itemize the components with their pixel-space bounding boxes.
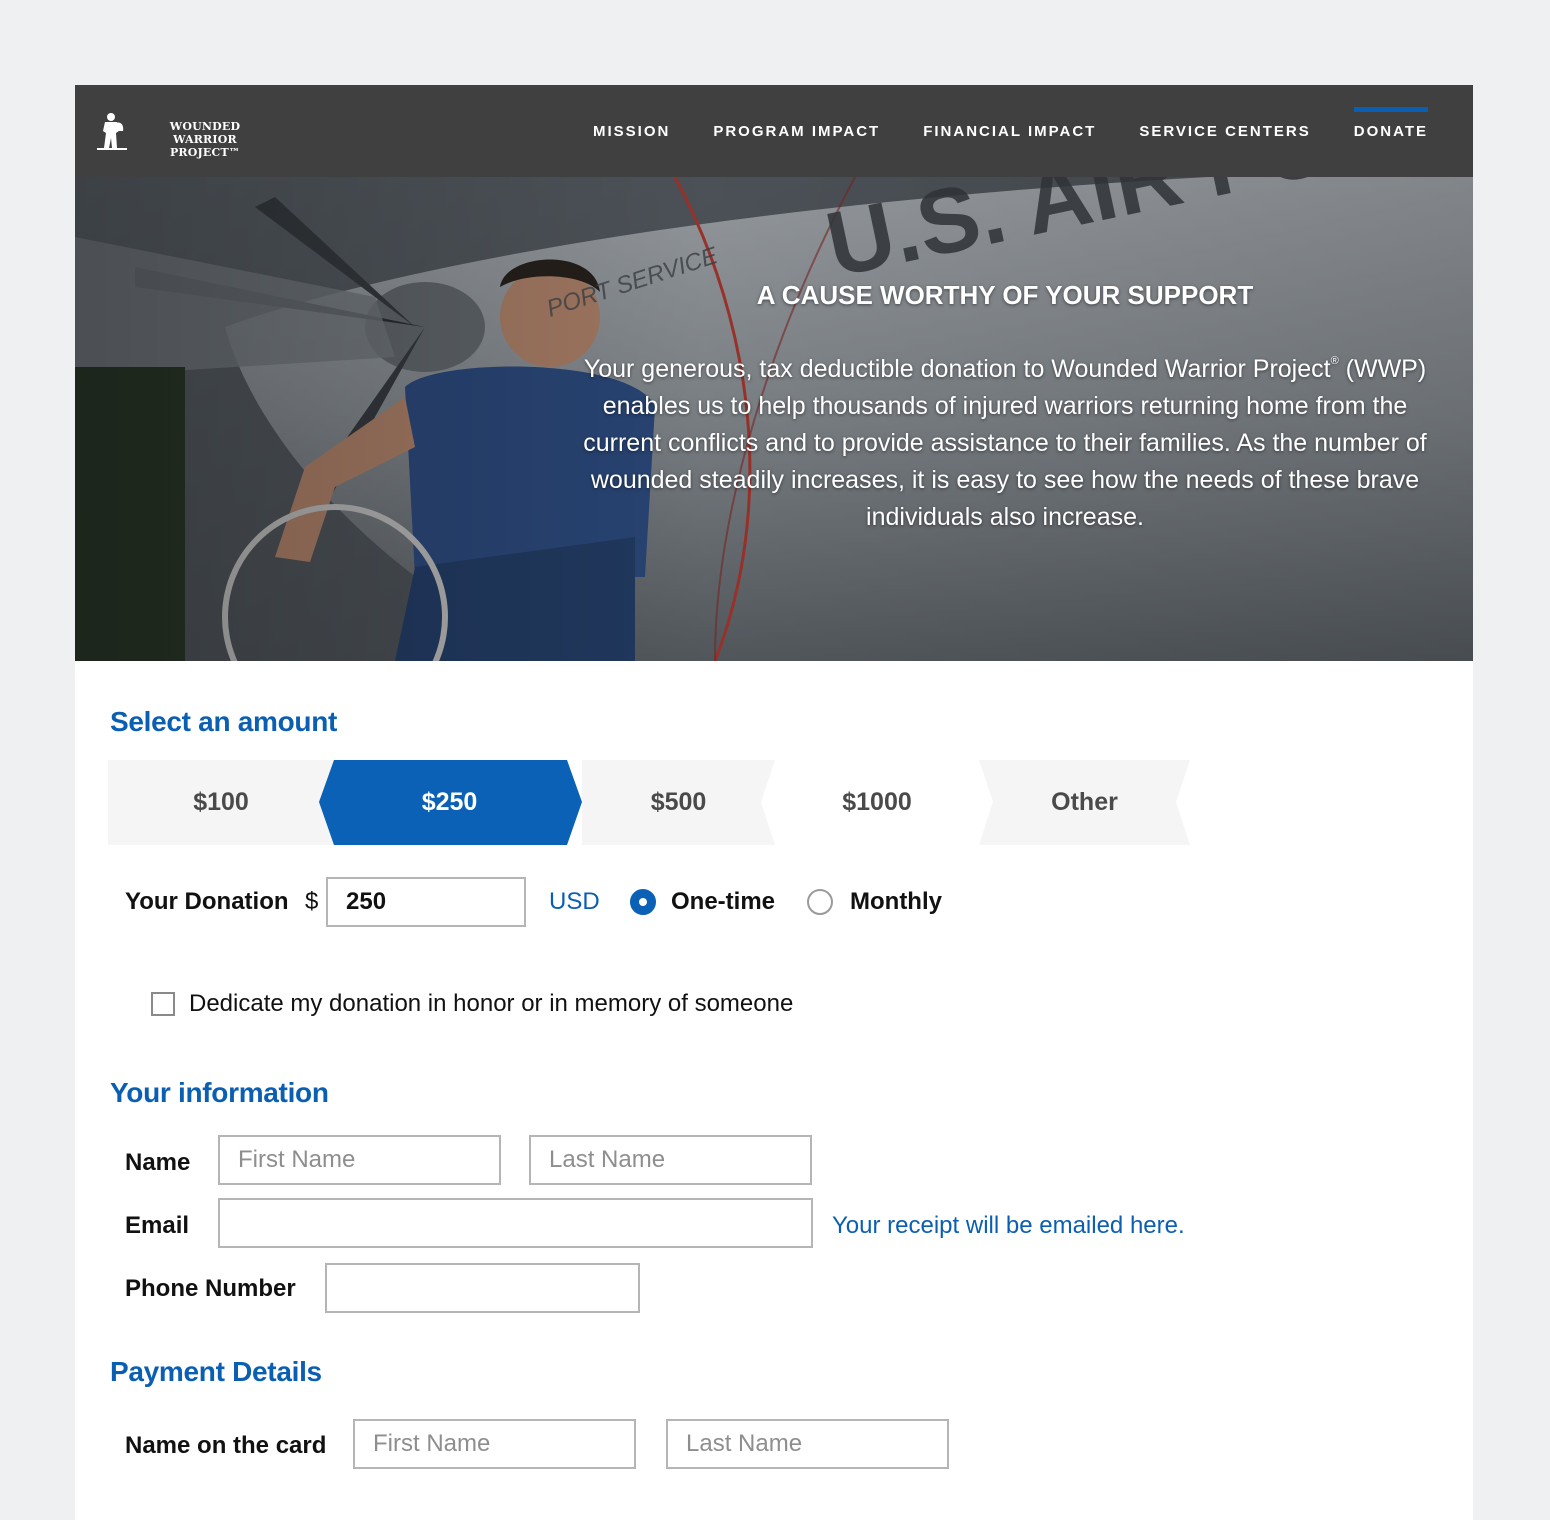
dedicate-checkbox[interactable] [151, 992, 175, 1016]
hero-title: A CAUSE WORTHY OF YOUR SUPPORT [756, 280, 1254, 310]
one-time-label[interactable]: One-time [671, 888, 775, 916]
card-name-label: Name on the card [125, 1432, 327, 1459]
payment-details-heading: Payment Details [110, 1356, 322, 1387]
nav-program-impact[interactable]: PROGRAM IMPACT [713, 85, 880, 177]
currency-label: USD [549, 888, 600, 915]
email-note: Your receipt will be emailed here. [832, 1212, 1185, 1239]
your-information-heading: Your information [110, 1077, 329, 1108]
amount-option-other[interactable]: Other [979, 760, 1190, 845]
phone-label: Phone Number [125, 1275, 296, 1302]
hero-body: Your generous, tax deductible donation t… [583, 355, 1427, 531]
hero-banner: U.S. AIR FORC PORT SERVICE A CAUSE WORTH… [75, 177, 1473, 661]
nav-mission[interactable]: MISSION [593, 85, 670, 177]
your-donation-label: Your Donation [125, 888, 289, 915]
amount-option-250[interactable]: $250 [334, 760, 565, 845]
phone-input[interactable] [325, 1263, 640, 1313]
monthly-label[interactable]: Monthly [850, 888, 942, 916]
amount-option-100[interactable]: $100 [108, 760, 334, 845]
dedicate-label[interactable]: Dedicate my donation in honor or in memo… [189, 990, 793, 1018]
name-label: Name [125, 1149, 191, 1176]
select-amount-heading: Select an amount [110, 706, 338, 737]
wwp-logo[interactable]: WOUNDED WARRIOR PROJECT™ [97, 111, 272, 159]
nav-donate[interactable]: DONATE [1353, 85, 1429, 177]
donation-page: WOUNDED WARRIOR PROJECT™ MISSION PROGRAM… [75, 85, 1473, 1520]
first-name-input[interactable]: First Name [218, 1135, 501, 1185]
card-last-name-input[interactable]: Last Name [666, 1419, 949, 1469]
amount-options: $100 $250 $500 $1000 Other [108, 760, 1198, 845]
amount-option-500[interactable]: $500 [582, 760, 775, 845]
email-input[interactable] [218, 1198, 813, 1248]
monthly-radio[interactable] [807, 889, 833, 915]
nav-service-centers[interactable]: SERVICE CENTERS [1139, 85, 1310, 177]
notch-other-left [979, 760, 993, 845]
logo-text: WOUNDED WARRIOR PROJECT™ [169, 120, 241, 159]
last-name-input[interactable]: Last Name [529, 1135, 812, 1185]
notch-other-right [1176, 760, 1190, 845]
donation-amount-input[interactable]: 250 [326, 877, 526, 927]
soldier-silhouette-icon [97, 113, 127, 150]
amount-option-1000[interactable]: $1000 [775, 760, 979, 845]
email-label: Email [125, 1212, 190, 1239]
one-time-radio[interactable] [630, 889, 656, 915]
dollar-sign: $ [305, 888, 319, 915]
card-first-name-input[interactable]: First Name [353, 1419, 636, 1469]
top-nav-bar: WOUNDED WARRIOR PROJECT™ MISSION PROGRAM… [75, 85, 1473, 177]
nav-financial-impact[interactable]: FINANCIAL IMPACT [923, 85, 1096, 177]
main-nav: MISSION PROGRAM IMPACT FINANCIAL IMPACT … [550, 85, 1429, 177]
